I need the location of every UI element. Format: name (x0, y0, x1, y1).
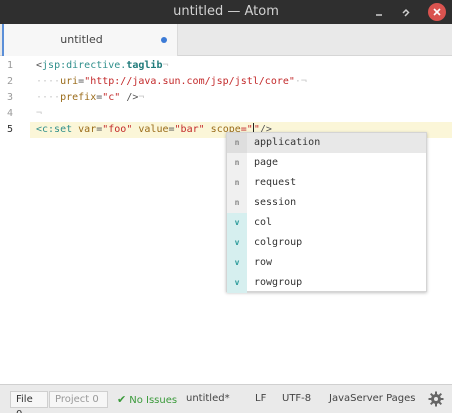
issues-label: No Issues (129, 395, 178, 406)
suggestion-type-icon: v (227, 253, 247, 273)
suggestion-text: rowgroup (254, 277, 303, 288)
encoding-selector[interactable]: UTF-8 (282, 393, 311, 404)
code-token: uri (60, 76, 79, 87)
file-label: File (16, 394, 33, 405)
suggestion-text: col (254, 217, 273, 228)
autocomplete-item[interactable]: v colgroup (227, 233, 426, 253)
suggestion-type-icon: v (227, 233, 247, 253)
code-token: directive. (66, 60, 127, 71)
line-number-current: 5 (7, 124, 14, 135)
autocomplete-item[interactable]: v col (227, 213, 426, 233)
invisible-eol: ¬ (162, 60, 169, 71)
gear-icon[interactable] (427, 390, 445, 408)
code-line[interactable]: ¬ (36, 106, 452, 122)
suggestion-type-icon: n (227, 133, 247, 153)
title-bar: untitled — Atom (0, 0, 452, 24)
line-number: 2 (7, 76, 14, 87)
autocomplete-popup: n application n page n request n session… (226, 132, 427, 293)
code-line[interactable]: ····uri="http://java.sun.com/jsp/jstl/co… (36, 74, 452, 90)
suggestion-type-icon: v (227, 273, 247, 293)
maximize-icon[interactable] (398, 3, 416, 21)
close-icon[interactable] (428, 3, 446, 21)
autocomplete-item[interactable]: v rowgroup (227, 273, 426, 293)
suggestion-type-icon: v (227, 213, 247, 233)
invisible-eol: ¬ (138, 92, 145, 103)
line-number: 1 (7, 60, 14, 71)
suggestion-text: row (254, 257, 273, 268)
suggestion-text: page (254, 157, 279, 168)
suggestion-type-icon: n (227, 153, 247, 173)
tab-untitled[interactable]: untitled (2, 24, 178, 56)
tab-label: untitled (60, 33, 103, 46)
line-ending-selector[interactable]: LF (255, 393, 266, 404)
autocomplete-item[interactable]: n page (227, 153, 426, 173)
code-token: /> (120, 92, 139, 103)
autocomplete-item[interactable]: v row (227, 253, 426, 273)
modified-indicator-icon[interactable] (161, 37, 167, 43)
line-number: 3 (7, 92, 14, 103)
project-count: 0 (92, 394, 99, 405)
invisible-eol: ¬ (36, 108, 43, 119)
project-issues-tab[interactable]: Project 0 (49, 391, 108, 408)
tab-bar: untitled (0, 24, 452, 56)
code-token: "bar" (174, 124, 205, 135)
suggestion-text: session (254, 197, 297, 208)
code-token: prefix (60, 92, 97, 103)
code-token: "foo" (102, 124, 133, 135)
indent-guide: ···· (36, 92, 61, 103)
suggestion-text: application (254, 137, 321, 148)
suggestion-type-icon: n (227, 193, 247, 213)
issues-status[interactable]: ✔ No Issues (117, 393, 177, 406)
code-token: <c:set (36, 124, 73, 135)
code-token: value (138, 124, 169, 135)
code-token: taglib (126, 60, 163, 71)
autocomplete-item[interactable]: n session (227, 193, 426, 213)
line-number: 4 (7, 108, 14, 119)
code-line[interactable]: <jsp:directive.taglib¬ (36, 58, 452, 74)
code-token: var (78, 124, 97, 135)
file-issues-tab[interactable]: File 0 (10, 391, 48, 413)
autocomplete-item[interactable]: n application (227, 133, 426, 153)
project-label: Project (55, 394, 90, 405)
minimize-icon[interactable] (371, 3, 389, 21)
grammar-selector[interactable]: JavaServer Pages (329, 393, 416, 404)
suggestion-type-icon: n (227, 173, 247, 193)
code-token: jsp: (42, 60, 67, 71)
code-token: "http://java.sun.com/jsp/jstl/core" (84, 76, 295, 87)
code-line[interactable]: ····prefix="c" />¬ (36, 90, 452, 106)
code-token: "c" (102, 92, 121, 103)
status-bar: File 0 Project 0 ✔No Issues untitled* LF… (0, 384, 452, 413)
line-number-gutter[interactable]: 1 2 3 4 5 (0, 56, 30, 384)
indent-guide: ···· (36, 76, 61, 87)
invisible-eol: ·¬ (294, 76, 307, 87)
file-name-status[interactable]: untitled* (186, 393, 230, 404)
suggestion-text: request (254, 177, 297, 188)
check-icon: ✔ (117, 393, 127, 406)
suggestion-text: colgroup (254, 237, 303, 248)
autocomplete-item[interactable]: n request (227, 173, 426, 193)
file-count: 0 (16, 409, 22, 413)
